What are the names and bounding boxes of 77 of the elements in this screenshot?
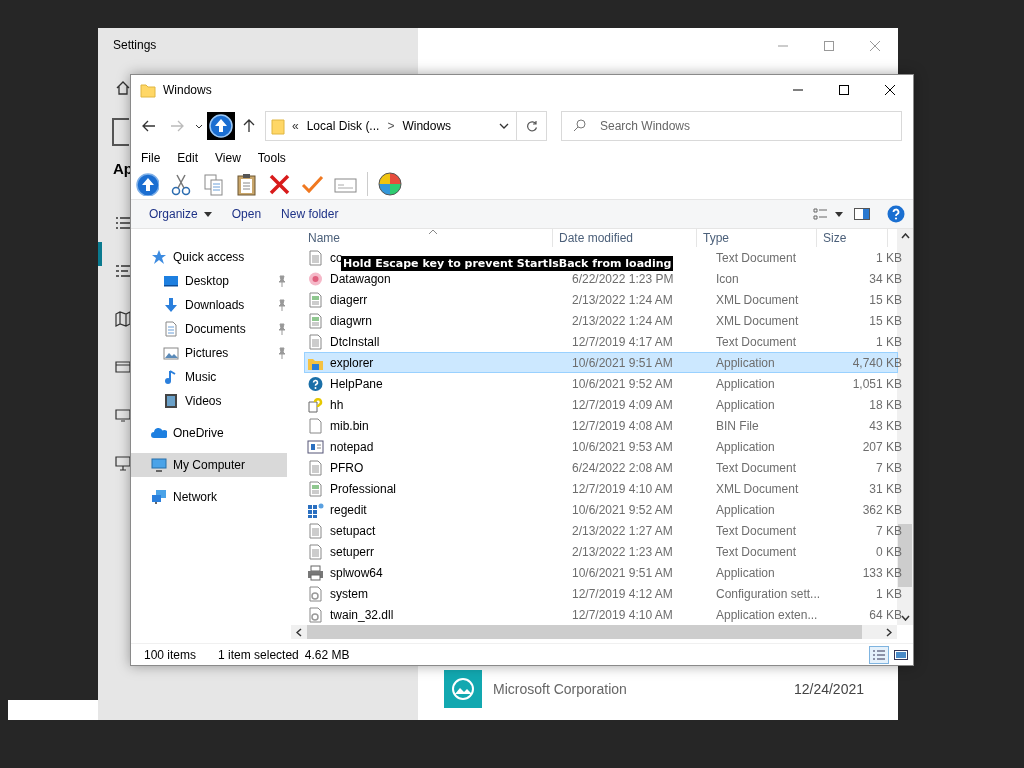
file-name: mib.bin	[330, 418, 369, 433]
date-cell-text: 12/7/2019 4:09 AM	[571, 397, 674, 412]
date-cell-text: 2/13/2022 1:24 AM	[571, 292, 674, 307]
date-cell-text: 10/6/2021 9:51 AM	[571, 355, 674, 370]
type-cell-text: Application	[715, 397, 776, 412]
file-name: hh	[330, 397, 344, 412]
size-cell-text: 1 KB	[875, 586, 902, 601]
app-publisher: Microsoft Corporation	[493, 681, 628, 697]
selection-size: 4.62 MB	[304, 647, 350, 662]
app-date: 12/24/2021	[793, 681, 864, 697]
file-name: PFRO	[330, 460, 364, 475]
file-name: Datawagon	[330, 271, 391, 286]
file-name: notepad	[330, 439, 374, 454]
type-cell-text: Application	[715, 502, 776, 517]
size-cell-text: 207 KB	[861, 439, 902, 454]
type-cell-text: Application	[715, 439, 776, 454]
type-cell-text: Application	[715, 376, 776, 391]
size-cell-text: 43 KB	[868, 418, 902, 433]
file-name: setuperr	[330, 544, 375, 559]
size-cell-text: 31 KB	[868, 481, 902, 496]
window-title: Windows	[163, 83, 213, 97]
type-cell-text: BIN File	[715, 418, 760, 433]
item-count: 100 items	[144, 647, 197, 662]
selection-count: 1 item selected	[218, 647, 299, 662]
type-cell-text: Text Document	[715, 250, 798, 265]
file-name: DtcInstall	[330, 334, 380, 349]
size-cell-text: 7 KB	[875, 523, 902, 538]
size-cell-text: 133 KB	[861, 565, 902, 580]
date-cell-text: 10/6/2021 9:52 AM	[571, 502, 674, 517]
date-cell-text: 12/7/2019 4:12 AM	[571, 586, 674, 601]
size-cell-text: 362 KB	[861, 502, 902, 517]
type-cell-text: Text Document	[715, 523, 798, 538]
size-cell-text: 15 KB	[868, 313, 902, 328]
file-name: Professional	[330, 481, 397, 496]
date-cell-text: 2/13/2022 1:27 AM	[571, 523, 674, 538]
file-name: diagerr	[330, 292, 368, 307]
file-name: regedit	[330, 502, 367, 517]
size-cell-text: 18 KB	[868, 397, 902, 412]
size-cell-text: 1,051 KB	[851, 376, 902, 391]
file-name: twain_32.dll	[330, 607, 394, 622]
type-cell-text: Application	[715, 565, 776, 580]
type-cell-text: Application exten...	[715, 607, 819, 622]
file-name: explorer	[330, 355, 374, 370]
date-cell-text: 6/22/2022 1:23 PM	[571, 271, 675, 286]
file-name: splwow64	[330, 565, 383, 580]
date-cell-text: 10/6/2021 9:53 AM	[571, 439, 674, 454]
type-cell-text: Text Document	[715, 544, 798, 559]
type-cell-text: XML Document	[715, 292, 800, 307]
date-cell-text: 12/7/2019 4:17 AM	[571, 334, 674, 349]
size-cell-text: 1 KB	[875, 334, 902, 349]
file-name: setupact	[330, 523, 376, 538]
size-cell-text: 0 KB	[875, 544, 902, 559]
date-cell-text: 12/7/2019 4:10 AM	[571, 481, 674, 496]
file-name: HelpPane	[330, 376, 383, 391]
size-cell-text: 7 KB	[875, 460, 902, 475]
date-cell-text: 12/7/2019 4:10 AM	[571, 607, 674, 622]
date-cell-text: 6/24/2022 2:08 AM	[571, 460, 674, 475]
type-cell-text: Configuration sett...	[715, 586, 822, 601]
date-cell-text: 2/13/2022 1:23 AM	[571, 544, 674, 559]
type-cell-text: Text Document	[715, 460, 798, 475]
size-cell-text: 34 KB	[868, 271, 902, 286]
tooltip: Hold Escape key to prevent StartIsBack from loading	[341, 256, 674, 271]
type-cell-text: Application	[715, 355, 776, 370]
window-title: Settings	[113, 38, 158, 52]
size-cell-text: 15 KB	[868, 292, 902, 307]
type-cell-text: Text Document	[715, 334, 798, 349]
date-cell-text: 10/6/2021 9:51 AM	[571, 565, 674, 580]
size-cell-text: 1 KB	[875, 250, 902, 265]
type-cell-text: XML Document	[715, 481, 800, 496]
file-name: diagwrn	[330, 313, 373, 328]
date-cell-text: 10/6/2021 9:52 AM	[571, 376, 674, 391]
type-cell-text: XML Document	[715, 313, 800, 328]
date-cell-text: 12/7/2019 4:08 AM	[571, 418, 674, 433]
date-cell-text: 2/13/2022 1:24 AM	[571, 313, 674, 328]
file-name: system	[330, 586, 368, 601]
type-cell-text: Icon	[715, 271, 740, 286]
size-cell-text: 64 KB	[868, 607, 902, 622]
